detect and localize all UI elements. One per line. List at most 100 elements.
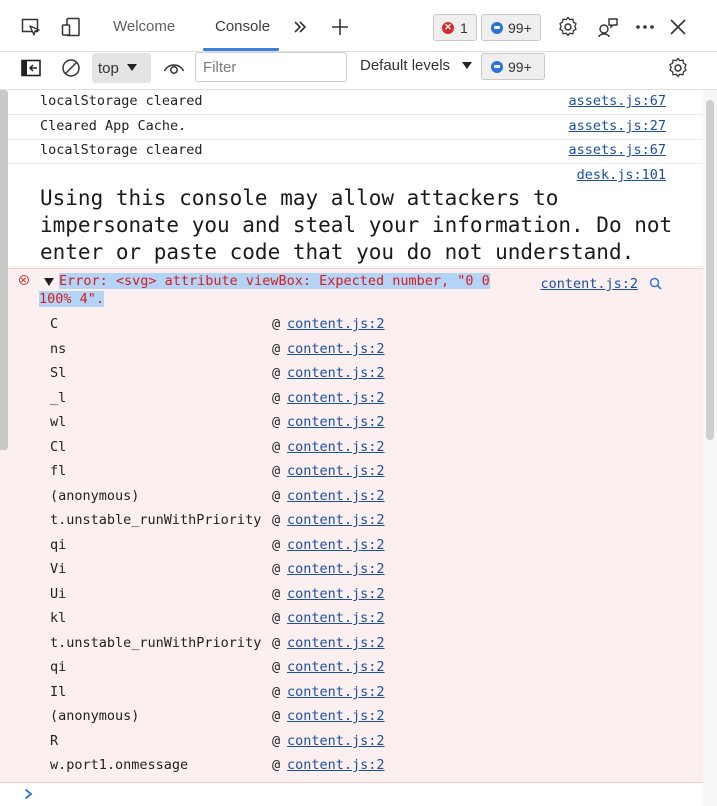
error-entry: Error: <svg> attribute viewBox: Expected…	[0, 268, 703, 783]
log-message: localStorage cleared	[40, 142, 203, 158]
stack-function: fl	[50, 463, 67, 479]
stack-function: (anonymous)	[50, 708, 140, 724]
devtools-tab-bar: Welcome Console ✕ 1 99+	[0, 0, 717, 52]
context-selector-value: top	[98, 59, 119, 77]
more-tabs-icon[interactable]	[290, 16, 310, 38]
stack-at: @	[272, 341, 281, 357]
stack-at: @	[272, 365, 281, 381]
chevron-down-icon	[462, 62, 473, 69]
error-source-link[interactable]: content.js:2	[540, 276, 638, 292]
left-resize-gutter[interactable]	[0, 90, 8, 450]
stack-source-link[interactable]: content.js:2	[287, 684, 385, 700]
console-output[interactable]: localStorage cleared assets.js:67 Cleare…	[0, 90, 717, 806]
error-icon: ✕	[442, 21, 454, 34]
stack-at: @	[272, 439, 281, 455]
stack-at: @	[272, 414, 281, 430]
log-source-link[interactable]: assets.js:67	[568, 142, 666, 158]
stack-function: qi	[50, 659, 67, 675]
settings-icon[interactable]	[556, 15, 580, 39]
stack-source-link[interactable]: content.js:2	[287, 757, 385, 773]
stack-source-link[interactable]: content.js:2	[287, 316, 385, 332]
log-row: localStorage cleared assets.js:67	[0, 90, 703, 115]
stack-source-link[interactable]: content.js:2	[287, 537, 385, 553]
stack-source-link[interactable]: content.js:2	[287, 512, 385, 528]
stack-source-link[interactable]: content.js:2	[287, 635, 385, 651]
stack-at: @	[272, 586, 281, 602]
stack-source-link[interactable]: content.js:2	[287, 610, 385, 626]
console-prompt[interactable]	[0, 783, 703, 806]
feedback-icon[interactable]	[596, 15, 620, 39]
close-icon[interactable]	[667, 16, 689, 38]
stack-at: @	[272, 488, 281, 504]
stack-function: (anonymous)	[50, 488, 140, 504]
toolbar-message-counter[interactable]: 99+	[481, 53, 545, 80]
device-inspect-icon[interactable]	[20, 16, 42, 38]
stack-source-link[interactable]: content.js:2	[287, 708, 385, 724]
stack-function: Ui	[50, 586, 67, 602]
stack-source-link[interactable]: content.js:2	[287, 341, 385, 357]
warning-source-link[interactable]: desk.js:101	[577, 167, 666, 183]
sidebar-toggle-icon[interactable]	[20, 57, 42, 79]
stack-function: Cl	[50, 439, 67, 455]
stack-function: R	[50, 733, 59, 749]
stack-source-link[interactable]: content.js:2	[287, 414, 385, 430]
chevron-down-icon	[126, 64, 137, 71]
prompt-chevron-icon	[22, 787, 34, 801]
stack-at: @	[272, 537, 281, 553]
search-icon[interactable]	[648, 276, 662, 290]
filter-input[interactable]	[195, 52, 347, 82]
stack-at: @	[272, 390, 281, 406]
error-message-text: Error: <svg> attribute viewBox: Expected…	[39, 273, 490, 307]
log-message: localStorage cleared	[40, 93, 203, 109]
stack-function: C	[50, 316, 59, 332]
clear-console-icon[interactable]	[60, 57, 82, 79]
stack-function: kl	[50, 610, 67, 626]
stack-at: @	[272, 757, 281, 773]
stack-source-link[interactable]: content.js:2	[287, 365, 385, 381]
stack-source-link[interactable]: content.js:2	[287, 463, 385, 479]
stack-at: @	[272, 610, 281, 626]
stack-function: ns	[50, 341, 67, 357]
error-message[interactable]: Error: <svg> attribute viewBox: Expected…	[39, 272, 514, 308]
console-settings-icon[interactable]	[666, 56, 690, 80]
log-source-link[interactable]: assets.js:27	[568, 118, 666, 134]
stack-at: @	[272, 684, 281, 700]
error-counter[interactable]: ✕ 1	[433, 14, 477, 41]
scrollbar-thumb[interactable]	[706, 100, 714, 440]
message-icon	[491, 21, 503, 34]
stack-source-link[interactable]: content.js:2	[287, 390, 385, 406]
stack-function: _l	[50, 390, 67, 406]
message-count: 99+	[508, 19, 532, 36]
add-tab-icon[interactable]	[329, 16, 351, 38]
live-expression-eye-icon[interactable]	[162, 57, 186, 79]
log-levels-dropdown[interactable]: Default levels	[360, 57, 473, 74]
tab-console[interactable]: Console	[215, 18, 270, 35]
stack-function: Sl	[50, 365, 67, 381]
error-icon	[19, 275, 29, 285]
console-scrollbar[interactable]	[703, 90, 717, 806]
device-emulation-icon[interactable]	[60, 16, 82, 38]
context-selector[interactable]: top	[92, 53, 151, 83]
stack-source-link[interactable]: content.js:2	[287, 488, 385, 504]
message-counter[interactable]: 99+	[481, 14, 541, 41]
tab-welcome[interactable]: Welcome	[113, 18, 175, 35]
stack-function: t.unstable_runWithPriority	[50, 512, 262, 528]
log-row: localStorage cleared assets.js:67	[0, 139, 703, 164]
more-icon[interactable]	[634, 15, 656, 39]
log-source-link[interactable]: assets.js:67	[568, 93, 666, 109]
stack-at: @	[272, 733, 281, 749]
stack-function: w.port1.onmessage	[50, 757, 189, 773]
toolbar-message-count: 99+	[508, 58, 532, 75]
log-row: Cleared App Cache. assets.js:27	[0, 115, 703, 140]
stack-source-link[interactable]: content.js:2	[287, 586, 385, 602]
stack-function: Il	[50, 684, 67, 700]
stack-source-link[interactable]: content.js:2	[287, 733, 385, 749]
self-xss-warning: desk.js:101 Using this console may allow…	[0, 163, 703, 267]
warning-message: Using this console may allow attackers t…	[40, 186, 673, 264]
error-count: 1	[460, 19, 468, 36]
stack-at: @	[272, 316, 281, 332]
stack-function: wl	[50, 414, 67, 430]
stack-source-link[interactable]: content.js:2	[287, 561, 385, 577]
stack-source-link[interactable]: content.js:2	[287, 439, 385, 455]
stack-source-link[interactable]: content.js:2	[287, 659, 385, 675]
